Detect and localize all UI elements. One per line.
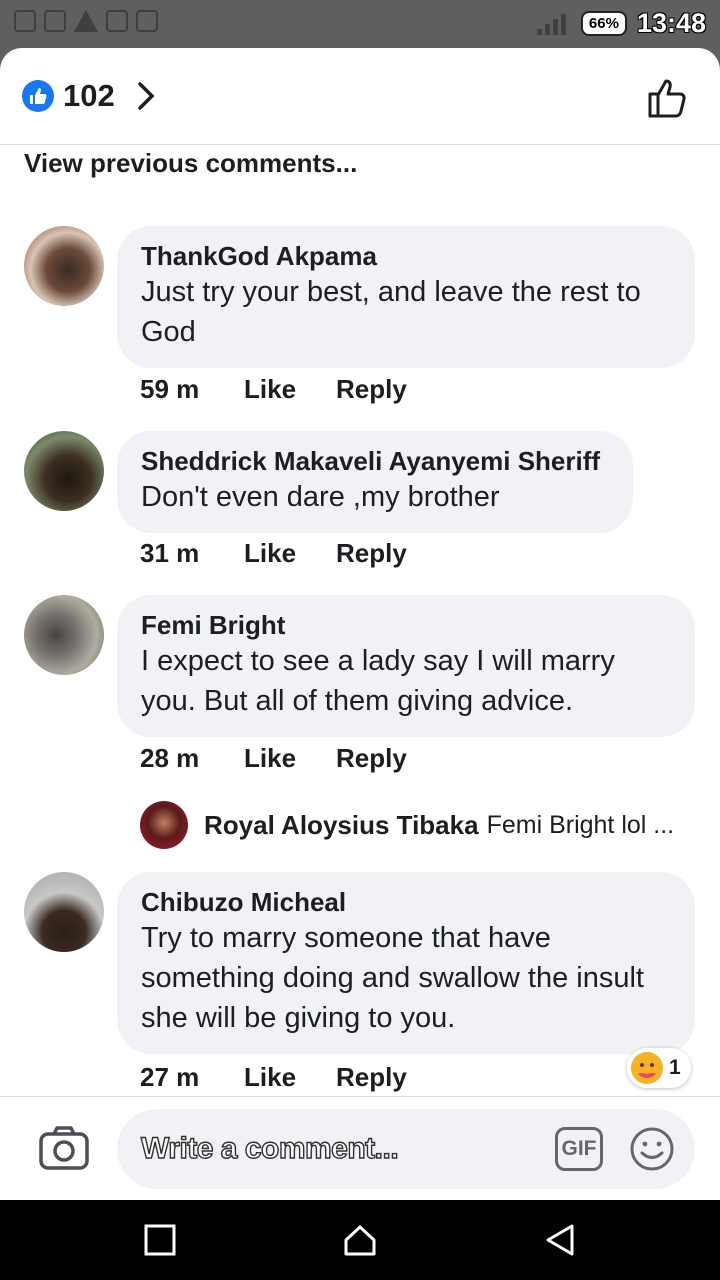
- comment-text: Don't even dare ,my brother: [141, 481, 500, 513]
- like-button[interactable]: Like: [244, 1062, 336, 1093]
- twitter-icon: [44, 10, 66, 32]
- gif-button[interactable]: GIF: [555, 1127, 603, 1171]
- avatar: [140, 801, 188, 849]
- camera-icon[interactable]: [38, 1125, 90, 1171]
- avatar[interactable]: [24, 226, 104, 306]
- comment-text: I expect to see a lady say I will marry …: [141, 645, 615, 717]
- comment-reaction-chip[interactable]: 1: [627, 1048, 691, 1088]
- comment-text: Try to marry someone that have something…: [141, 922, 644, 1034]
- comment-time: 27 m: [140, 1062, 200, 1092]
- comment-actions: 27 m Like Reply: [140, 1062, 407, 1093]
- comments-sheet: 102 View previous comments... ThankGod A…: [0, 48, 720, 1200]
- warning-icon: [74, 10, 98, 32]
- reply-button[interactable]: Reply: [336, 374, 407, 405]
- comment-actions: 28 m Like Reply: [140, 743, 407, 774]
- status-bar: 66% 13:48: [0, 0, 720, 48]
- instagram-icon: [14, 10, 36, 32]
- comment-author[interactable]: Chibuzo Micheal: [141, 886, 671, 918]
- reaction-count: 102: [63, 78, 115, 113]
- comment-time: 28 m: [140, 743, 200, 773]
- reply-button[interactable]: Reply: [336, 743, 407, 774]
- battery-indicator: 66%: [580, 11, 627, 36]
- comment-time: 31 m: [140, 538, 200, 568]
- comment-bubble: ThankGod Akpama Just try your best, and …: [117, 226, 695, 368]
- comment-time: 59 m: [140, 374, 200, 404]
- chevron-right-icon[interactable]: [136, 80, 158, 112]
- comment-author[interactable]: Femi Bright: [141, 609, 671, 641]
- signal-icon: [536, 13, 571, 35]
- comment-input[interactable]: Write a comment... GIF: [117, 1109, 695, 1189]
- reply-button[interactable]: Reply: [336, 1062, 407, 1093]
- comment-bubble: Chibuzo Micheal Try to marry someone tha…: [117, 872, 695, 1054]
- clock: 13:48: [636, 8, 706, 38]
- back-icon[interactable]: [542, 1222, 578, 1258]
- like-post-icon[interactable]: [644, 74, 692, 122]
- home-icon[interactable]: [342, 1222, 378, 1258]
- comment-author[interactable]: ThankGod Akpama: [141, 240, 671, 272]
- like-reaction-icon: [22, 80, 54, 112]
- like-button[interactable]: Like: [244, 743, 336, 774]
- instagram-icon: [136, 10, 158, 32]
- comment-input-placeholder: Write a comment...: [140, 1131, 399, 1165]
- like-button[interactable]: Like: [244, 374, 336, 405]
- notification-icons: [14, 10, 158, 32]
- image-icon: [106, 10, 128, 32]
- recents-icon[interactable]: [142, 1222, 178, 1258]
- reactions-bar[interactable]: 102: [0, 48, 720, 145]
- reply-preview[interactable]: Royal Aloysius Tibaka Femi Bright lol ..…: [140, 800, 674, 850]
- view-previous-comments-link[interactable]: View previous comments...: [24, 148, 357, 179]
- comment-bubble: Femi Bright I expect to see a lady say I…: [117, 595, 695, 737]
- avatar[interactable]: [24, 431, 104, 511]
- comment-text: Just try your best, and leave the rest t…: [141, 276, 641, 348]
- reply-button[interactable]: Reply: [336, 538, 407, 569]
- comment-actions: 31 m Like Reply: [140, 538, 407, 569]
- reaction-chip-count: 1: [669, 1056, 681, 1079]
- avatar[interactable]: [24, 595, 104, 675]
- reply-author: Royal Aloysius Tibaka: [204, 809, 479, 840]
- comment-actions: 59 m Like Reply: [140, 374, 407, 405]
- emoji-icon[interactable]: [629, 1126, 675, 1172]
- avatar[interactable]: [24, 872, 104, 952]
- like-button[interactable]: Like: [244, 538, 336, 569]
- system-nav-bar: [0, 1200, 720, 1280]
- comment-composer: Write a comment... GIF: [0, 1096, 720, 1200]
- comment-author[interactable]: Sheddrick Makaveli Ayanyemi Sheriff: [141, 445, 609, 477]
- comment-bubble: Sheddrick Makaveli Ayanyemi Sheriff Don'…: [117, 431, 633, 533]
- reply-text: Femi Bright lol ...: [486, 810, 675, 839]
- care-emoji-icon: [631, 1052, 663, 1084]
